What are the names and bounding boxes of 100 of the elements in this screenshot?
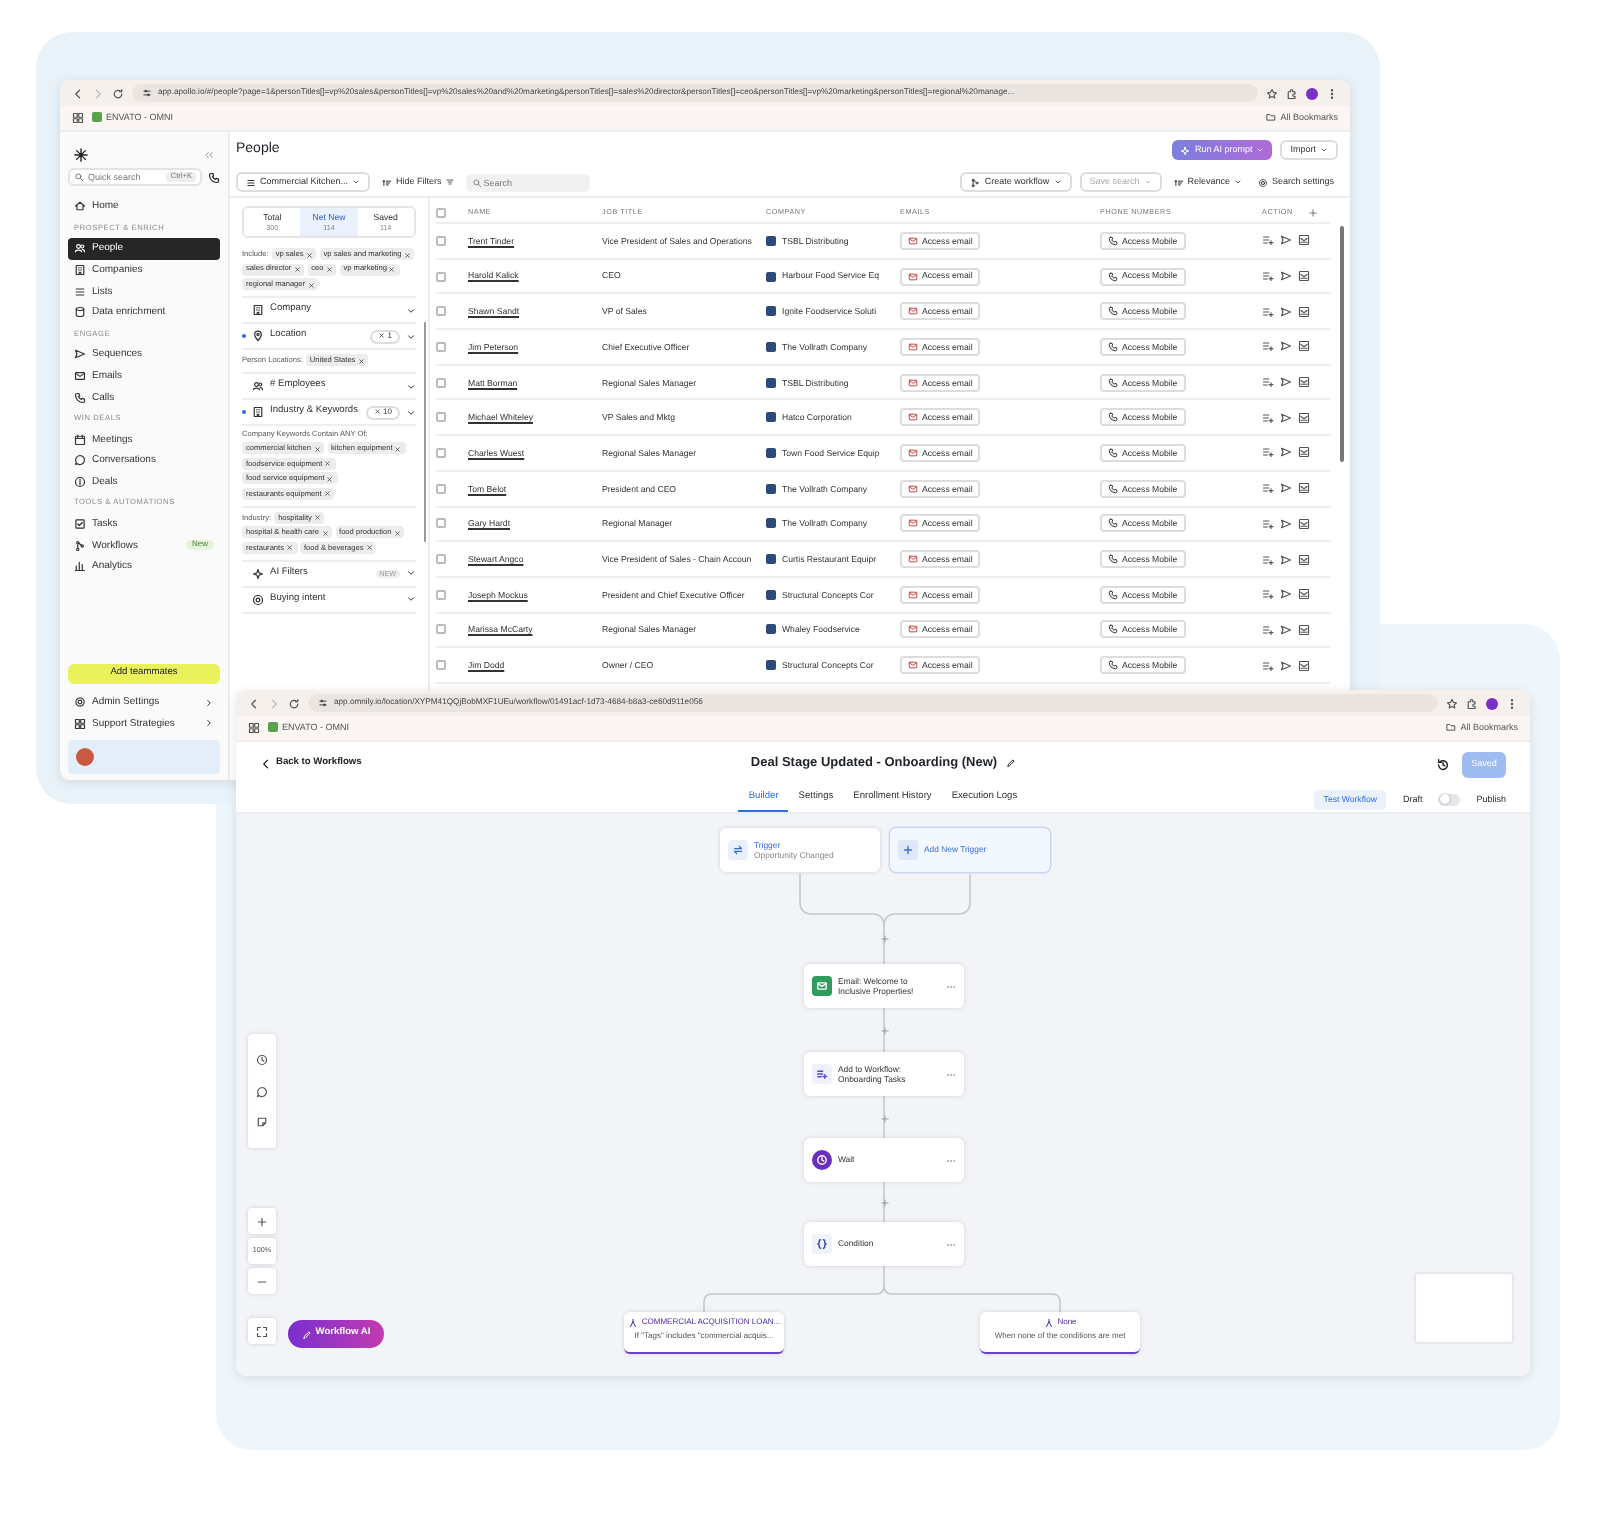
- chevron-down-icon[interactable]: [406, 594, 416, 605]
- mail-box-icon[interactable]: [1298, 234, 1310, 247]
- list-plus-icon[interactable]: [1262, 482, 1274, 495]
- back-icon[interactable]: [248, 697, 260, 709]
- list-plus-icon[interactable]: [1262, 340, 1274, 353]
- puzzle-icon[interactable]: [1286, 87, 1298, 99]
- close-icon: [324, 460, 332, 468]
- checkbox[interactable]: [436, 208, 446, 218]
- clock-icon[interactable]: [256, 1053, 268, 1066]
- phone-icon[interactable]: [208, 171, 220, 183]
- list-plus-icon[interactable]: [1262, 411, 1274, 424]
- chevron-down-icon[interactable]: [406, 305, 416, 316]
- list-plus-icon[interactable]: [1262, 623, 1274, 636]
- list-plus-icon[interactable]: [1262, 234, 1274, 247]
- chevron-down-icon[interactable]: [406, 407, 416, 418]
- send-icon[interactable]: [1280, 482, 1292, 495]
- reload-icon[interactable]: [288, 697, 300, 709]
- list-plus-icon[interactable]: [1262, 305, 1274, 318]
- database-icon: [74, 306, 86, 319]
- grid-icon[interactable]: [72, 112, 84, 124]
- close-icon: [307, 281, 315, 288]
- chat-bubble-icon[interactable]: [256, 1085, 268, 1097]
- star-icon[interactable]: [1446, 697, 1458, 709]
- reload-icon[interactable]: [112, 87, 124, 99]
- mail-box-icon[interactable]: [1298, 623, 1310, 636]
- mail-box-icon[interactable]: [1298, 340, 1310, 353]
- send-icon: [74, 348, 86, 361]
- send-icon[interactable]: [1280, 659, 1292, 672]
- mail-box-icon[interactable]: [1298, 446, 1310, 459]
- list-plus-icon[interactable]: [1262, 588, 1274, 601]
- snowflake-logo-icon[interactable]: [74, 147, 88, 161]
- checkbox[interactable]: [436, 306, 446, 317]
- user-avatar[interactable]: [76, 748, 94, 766]
- checkbox[interactable]: [436, 554, 446, 565]
- list-plus-icon[interactable]: [1262, 659, 1274, 672]
- phone-icon: [1108, 624, 1118, 635]
- chevron-down-icon[interactable]: [406, 331, 416, 342]
- minimap: [1414, 1272, 1514, 1344]
- plus-icon[interactable]: [1308, 208, 1319, 218]
- send-icon[interactable]: [1280, 234, 1292, 247]
- checkbox[interactable]: [436, 377, 446, 388]
- send-icon[interactable]: [1280, 411, 1292, 424]
- checkbox[interactable]: [436, 624, 446, 635]
- send-icon[interactable]: [1280, 305, 1292, 318]
- more-vertical-icon[interactable]: [1326, 87, 1338, 99]
- mail-box-icon[interactable]: [1298, 411, 1310, 424]
- back-icon[interactable]: [72, 87, 84, 99]
- puzzle-icon[interactable]: [1466, 697, 1478, 709]
- list-plus-icon[interactable]: [1262, 446, 1274, 459]
- send-icon[interactable]: [1280, 340, 1292, 353]
- pencil-icon: [301, 1329, 312, 1339]
- mail-box-icon[interactable]: [1298, 588, 1310, 601]
- checkbox[interactable]: [436, 235, 446, 246]
- mail-box-icon[interactable]: [1298, 553, 1310, 566]
- checkbox[interactable]: [436, 447, 446, 458]
- send-icon[interactable]: [1280, 517, 1292, 530]
- profile-avatar[interactable]: [1306, 87, 1318, 99]
- pencil-icon[interactable]: [1005, 758, 1016, 769]
- location-pin-icon: [252, 330, 264, 343]
- send-icon[interactable]: [1280, 623, 1292, 636]
- fit-view-button[interactable]: [248, 1318, 276, 1344]
- star-icon[interactable]: [1266, 87, 1278, 99]
- mail-box-icon[interactable]: [1298, 376, 1310, 389]
- checkbox[interactable]: [436, 341, 446, 352]
- mail-box-icon[interactable]: [1298, 517, 1310, 530]
- chevron-down-icon[interactable]: [406, 568, 416, 579]
- list-plus-icon[interactable]: [1262, 270, 1274, 283]
- checkbox[interactable]: [436, 518, 446, 529]
- more-vertical-icon[interactable]: [1506, 697, 1518, 709]
- mail-box-icon[interactable]: [1298, 482, 1310, 495]
- company-logo-icon: [766, 589, 776, 600]
- scrollbar[interactable]: [423, 322, 426, 542]
- connector-line: [883, 1095, 885, 1139]
- scrollbar[interactable]: [1340, 226, 1344, 462]
- checkbox[interactable]: [436, 660, 446, 671]
- sticky-note-icon[interactable]: [256, 1116, 268, 1129]
- profile-avatar[interactable]: [1486, 697, 1498, 709]
- send-icon[interactable]: [1280, 553, 1292, 566]
- list-plus-icon[interactable]: [1262, 553, 1274, 566]
- list-plus-icon[interactable]: [1262, 376, 1274, 389]
- target-icon: [252, 593, 264, 606]
- close-icon: [325, 266, 333, 273]
- chevron-down-icon[interactable]: [406, 381, 416, 392]
- list-plus-icon[interactable]: [1262, 517, 1274, 530]
- mail-box-icon[interactable]: [1298, 659, 1310, 672]
- checkbox[interactable]: [436, 483, 446, 494]
- send-icon[interactable]: [1280, 446, 1292, 459]
- grid-icon[interactable]: [248, 722, 260, 734]
- checkbox[interactable]: [436, 589, 446, 600]
- mail-box-icon[interactable]: [1298, 270, 1310, 283]
- send-icon[interactable]: [1280, 588, 1292, 601]
- send-icon[interactable]: [1280, 376, 1292, 389]
- send-icon[interactable]: [1280, 270, 1292, 283]
- checkbox[interactable]: [436, 412, 446, 423]
- clock-icon: [812, 1150, 832, 1170]
- history-icon[interactable]: [1436, 757, 1450, 771]
- publish-toggle[interactable]: [1438, 793, 1461, 805]
- checkbox[interactable]: [436, 271, 446, 282]
- zoom-in-button[interactable]: [248, 1208, 276, 1234]
- mail-box-icon[interactable]: [1298, 305, 1310, 318]
